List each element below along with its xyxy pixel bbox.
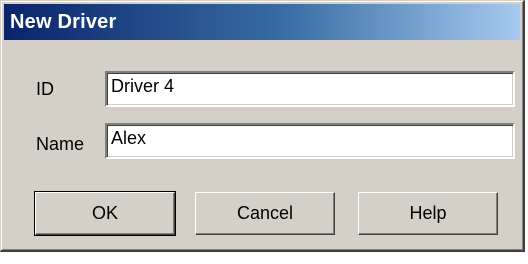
name-label: Name	[36, 134, 85, 154]
ok-button[interactable]: OK	[34, 191, 176, 236]
name-field[interactable]: Alex	[105, 123, 515, 159]
dialog-title: New Driver	[10, 10, 117, 33]
new-driver-dialog: New Driver ID Driver 4 Name Alex OK Canc…	[0, 0, 525, 252]
id-label: ID	[36, 79, 54, 99]
id-field[interactable]: Driver 4	[105, 71, 515, 107]
cancel-button[interactable]: Cancel	[195, 192, 335, 235]
title-bar[interactable]: New Driver	[4, 4, 520, 40]
help-button[interactable]: Help	[358, 192, 498, 235]
